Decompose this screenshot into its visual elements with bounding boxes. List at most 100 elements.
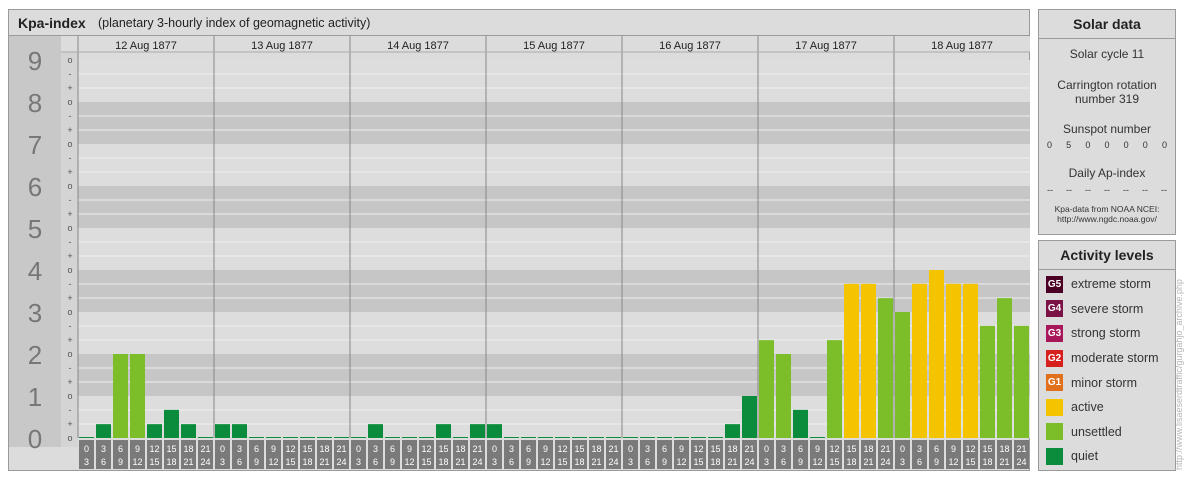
minor-tick-label: - — [69, 237, 72, 247]
interval-start-label: 12 — [557, 444, 567, 454]
kp-bar — [334, 437, 349, 438]
minor-tick-label: - — [69, 69, 72, 79]
interval-start-label: 15 — [574, 444, 584, 454]
minor-tick-label: o — [67, 223, 72, 233]
interval-start-label: 9 — [543, 444, 548, 454]
interval-start-label: 0 — [356, 444, 361, 454]
interval-end-label: 9 — [254, 457, 259, 467]
y-tick-label: 3 — [28, 298, 42, 328]
interval-end-label: 24 — [880, 457, 890, 467]
interval-start-label: 6 — [118, 444, 123, 454]
interval-start-label: 12 — [965, 444, 975, 454]
day-label: 16 Aug 1877 — [659, 40, 721, 52]
ap-value: -- — [1085, 185, 1091, 195]
interval-start-label: 0 — [84, 444, 89, 454]
kpa-panel: + o - + o - + o - + o - + o - + o - + o - + o - + o - o 0 1 2 3 4 5 6 7 8 9 12… — [8, 9, 1030, 471]
interval-start-label: 6 — [526, 444, 531, 454]
interval-start-label: 6 — [798, 444, 803, 454]
activity-level-item: G1 minor storm — [1039, 370, 1175, 395]
sunspot-values: 0 5 0 0 0 0 0 — [1039, 140, 1175, 150]
interval-end-label: 21 — [183, 457, 193, 467]
interval-start-label: 9 — [951, 444, 956, 454]
kp-bar — [504, 437, 519, 438]
sunspot-value: 0 — [1142, 140, 1148, 150]
day-label: 18 Aug 1877 — [931, 40, 993, 52]
source-link[interactable]: http://www.ngdc.noaa.gov/ — [1039, 214, 1175, 224]
kp-bar — [963, 283, 978, 438]
interval-end-label: 3 — [492, 457, 497, 467]
kp-bar — [929, 270, 944, 438]
interval-end-label: 21 — [999, 457, 1009, 467]
interval-start-label: 12 — [693, 444, 703, 454]
minor-tick-label: o — [67, 181, 72, 191]
interval-end-label: 9 — [662, 457, 667, 467]
interval-end-label: 15 — [829, 457, 839, 467]
level-swatch — [1046, 447, 1063, 465]
y-tick-label: 1 — [28, 382, 42, 412]
level-label: strong storm — [1071, 326, 1141, 341]
kp-bar — [606, 437, 621, 438]
minor-tick-label: + — [67, 377, 72, 387]
chart-subtitle: (planetary 3-hourly index of geomagnetic… — [98, 16, 371, 30]
interval-start-label: 3 — [101, 444, 106, 454]
source-line-1: Kpa-data from NOAA NCEI: — [1054, 204, 1160, 214]
kp-bar — [827, 340, 842, 438]
day-label: 17 Aug 1877 — [795, 40, 857, 52]
interval-end-label: 12 — [268, 457, 278, 467]
interval-end-label: 6 — [917, 457, 922, 467]
interval-end-label: 9 — [118, 457, 123, 467]
interval-end-label: 18 — [166, 457, 176, 467]
interval-end-label: 18 — [302, 457, 312, 467]
kp-bar — [402, 437, 417, 438]
interval-end-label: 9 — [934, 457, 939, 467]
kp-bar — [623, 437, 638, 438]
kp-bar — [215, 424, 230, 438]
interval-end-label: 18 — [982, 457, 992, 467]
interval-start-label: 18 — [455, 444, 465, 454]
kp-bar — [538, 437, 553, 438]
ap-value: -- — [1123, 185, 1129, 195]
activity-level-item: G5 extreme storm — [1039, 272, 1175, 297]
interval-end-label: 9 — [798, 457, 803, 467]
kp-bar — [759, 340, 774, 438]
level-swatch — [1046, 398, 1063, 416]
interval-start-label: 21 — [608, 444, 618, 454]
y-tick-label: 0 — [28, 424, 42, 454]
kp-bar — [436, 424, 451, 438]
kp-bar — [147, 424, 162, 438]
interval-end-label: 9 — [526, 457, 531, 467]
kp-band — [78, 228, 1030, 270]
interval-end-label: 21 — [863, 457, 873, 467]
sunspot-label: Sunspot number — [1062, 122, 1152, 136]
y-tick-label: 4 — [28, 256, 42, 286]
interval-end-label: 9 — [390, 457, 395, 467]
interval-start-label: 3 — [781, 444, 786, 454]
kp-bar — [521, 437, 536, 438]
level-swatch: G3 — [1046, 324, 1063, 342]
interval-start-label: 9 — [815, 444, 820, 454]
interval-start-label: 15 — [438, 444, 448, 454]
interval-start-label: 3 — [645, 444, 650, 454]
interval-start-label: 9 — [679, 444, 684, 454]
level-label: quiet — [1071, 449, 1099, 464]
level-swatch — [1046, 423, 1063, 441]
kp-bar — [776, 354, 791, 438]
kp-band — [78, 144, 1030, 186]
level-swatch: G2 — [1046, 349, 1063, 367]
kp-bar — [691, 437, 706, 438]
kp-bar — [793, 409, 808, 438]
interval-start-label: 18 — [591, 444, 601, 454]
sunspot-value: 0 — [1104, 140, 1110, 150]
kp-bar — [912, 283, 927, 438]
kp-bar — [640, 437, 655, 438]
kp-bar — [351, 437, 366, 438]
kp-bar — [232, 424, 247, 438]
interval-start-label: 3 — [509, 444, 514, 454]
interval-start-label: 9 — [407, 444, 412, 454]
minor-tick-label: o — [67, 349, 72, 359]
ap-label: Daily Ap-index — [1068, 166, 1146, 180]
interval-end-label: 3 — [764, 457, 769, 467]
y-tick-label: 5 — [28, 214, 42, 244]
interval-end-label: 21 — [591, 457, 601, 467]
interval-end-label: 3 — [628, 457, 633, 467]
